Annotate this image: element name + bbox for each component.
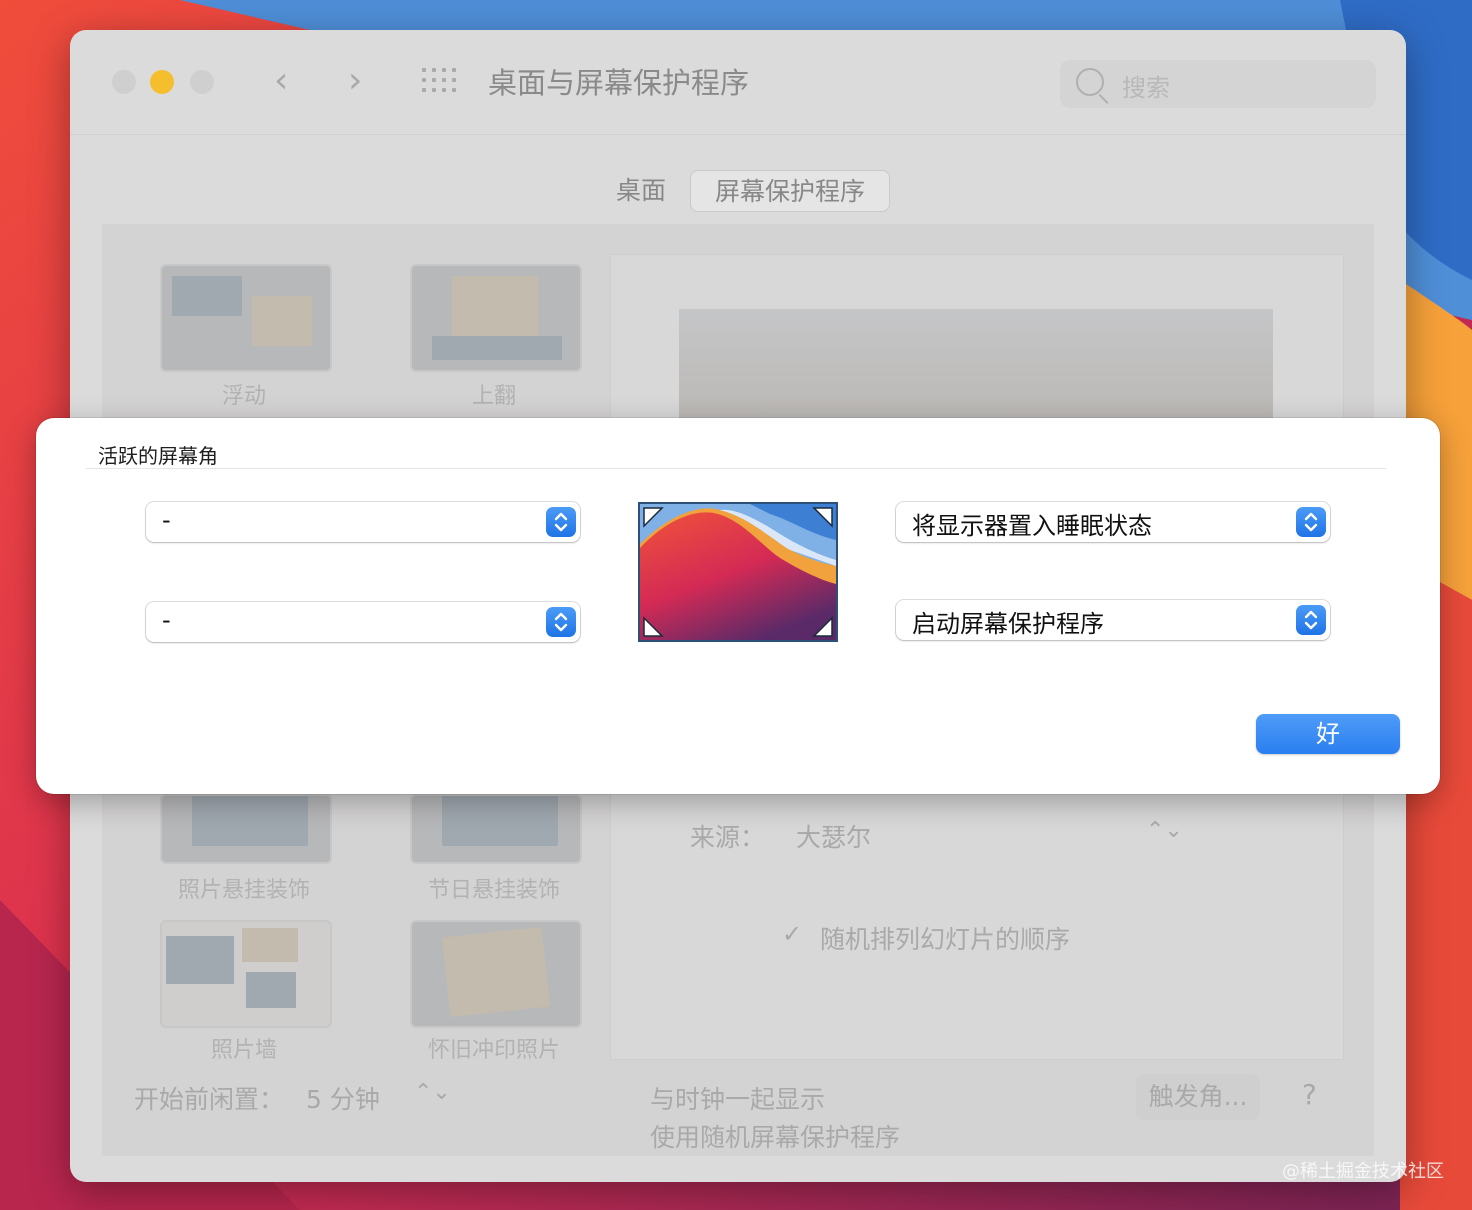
- chevron-updown-icon: [546, 607, 576, 637]
- screensaver-thumb-floating[interactable]: [160, 264, 332, 372]
- search-icon: [1076, 68, 1104, 96]
- screensaver-label: 照片墙: [210, 1038, 277, 1063]
- screensaver-thumb-holiday-mobile[interactable]: [410, 794, 582, 864]
- bottom-right-corner-popup[interactable]: 启动屏幕保护程序: [896, 600, 1330, 640]
- shuffle-checkbox-label[interactable]: 随机排列幻灯片的顺序: [820, 920, 1070, 956]
- bottom-right-corner-value: 启动屏幕保护程序: [912, 610, 1104, 638]
- screensaver-thumb-photo-wall[interactable]: [160, 920, 332, 1028]
- show-with-clock-checkbox[interactable]: 与时钟一起显示: [650, 1080, 825, 1116]
- dialog-separator: [86, 468, 1386, 469]
- chevron-updown-icon: [546, 507, 576, 537]
- top-left-corner-popup[interactable]: -: [146, 502, 580, 542]
- zoom-window-button[interactable]: [190, 70, 214, 94]
- top-right-corner-value: 将显示器置入睡眠状态: [912, 512, 1152, 540]
- top-right-corner-popup[interactable]: 将显示器置入睡眠状态: [896, 502, 1330, 542]
- idle-time-popup[interactable]: 5 分钟: [306, 1080, 380, 1116]
- hot-corners-button[interactable]: 触发角...: [1136, 1074, 1260, 1120]
- screensaver-label: 浮动: [221, 384, 266, 409]
- bottom-left-corner-popup[interactable]: -: [146, 602, 580, 642]
- minimize-window-button[interactable]: [150, 70, 174, 94]
- chevron-updown-icon: [1296, 605, 1326, 635]
- top-left-corner-value: -: [162, 506, 171, 534]
- show-all-grid-icon[interactable]: [422, 68, 458, 94]
- title-bar: ‹ › 桌面与屏幕保护程序 搜索: [70, 30, 1406, 135]
- screensaver-label: 节日悬挂装饰: [427, 878, 560, 903]
- screensaver-label: 照片悬挂装饰: [177, 878, 310, 903]
- idle-time-chevron-updown-icon[interactable]: ⌃⌄: [414, 1080, 451, 1105]
- wallpaper-preview-image: [640, 504, 836, 640]
- bottom-left-corner-value: -: [162, 606, 171, 634]
- watermark-text: @稀土掘金技术社区: [1282, 1161, 1444, 1182]
- tab-bar: 桌面 屏幕保护程序: [592, 170, 891, 212]
- dialog-title: 活跃的屏幕角: [98, 444, 218, 468]
- source-popup[interactable]: 大瑟尔: [796, 818, 871, 854]
- window-title: 桌面与屏幕保护程序: [488, 66, 750, 100]
- search-placeholder: 搜索: [1122, 74, 1170, 102]
- hot-corners-dialog: 活跃的屏幕角 - - 将显示器置入睡眠状态 启动屏幕保护程序 好: [36, 418, 1440, 794]
- screensaver-thumb-vintage-prints[interactable]: [410, 920, 582, 1028]
- chevron-updown-icon: [1296, 507, 1326, 537]
- help-button[interactable]: ?: [1302, 1078, 1317, 1111]
- ok-button[interactable]: 好: [1256, 714, 1400, 754]
- screensaver-thumb-photo-mobile[interactable]: [160, 794, 332, 864]
- close-window-button[interactable]: [112, 70, 136, 94]
- forward-arrow-icon[interactable]: ›: [348, 60, 362, 101]
- search-field[interactable]: 搜索: [1060, 60, 1376, 108]
- back-arrow-icon[interactable]: ‹: [274, 60, 288, 101]
- idle-time-label: 开始前闲置：: [134, 1085, 285, 1114]
- source-label: 来源：: [690, 823, 766, 852]
- tab-screensaver[interactable]: 屏幕保护程序: [690, 170, 891, 212]
- screen-corners-preview: [638, 502, 838, 642]
- screensaver-label: 怀旧冲印照片: [427, 1038, 560, 1063]
- screensaver-label: 上翻: [471, 384, 516, 409]
- use-random-screensaver-checkbox[interactable]: 使用随机屏幕保护程序: [650, 1118, 900, 1154]
- shuffle-checkbox-checkmark-icon[interactable]: ✓: [782, 920, 802, 948]
- screensaver-thumb-flipup[interactable]: [410, 264, 582, 372]
- tab-desktop[interactable]: 桌面: [592, 170, 690, 212]
- source-chevron-updown-icon[interactable]: ⌃⌄: [1146, 818, 1183, 843]
